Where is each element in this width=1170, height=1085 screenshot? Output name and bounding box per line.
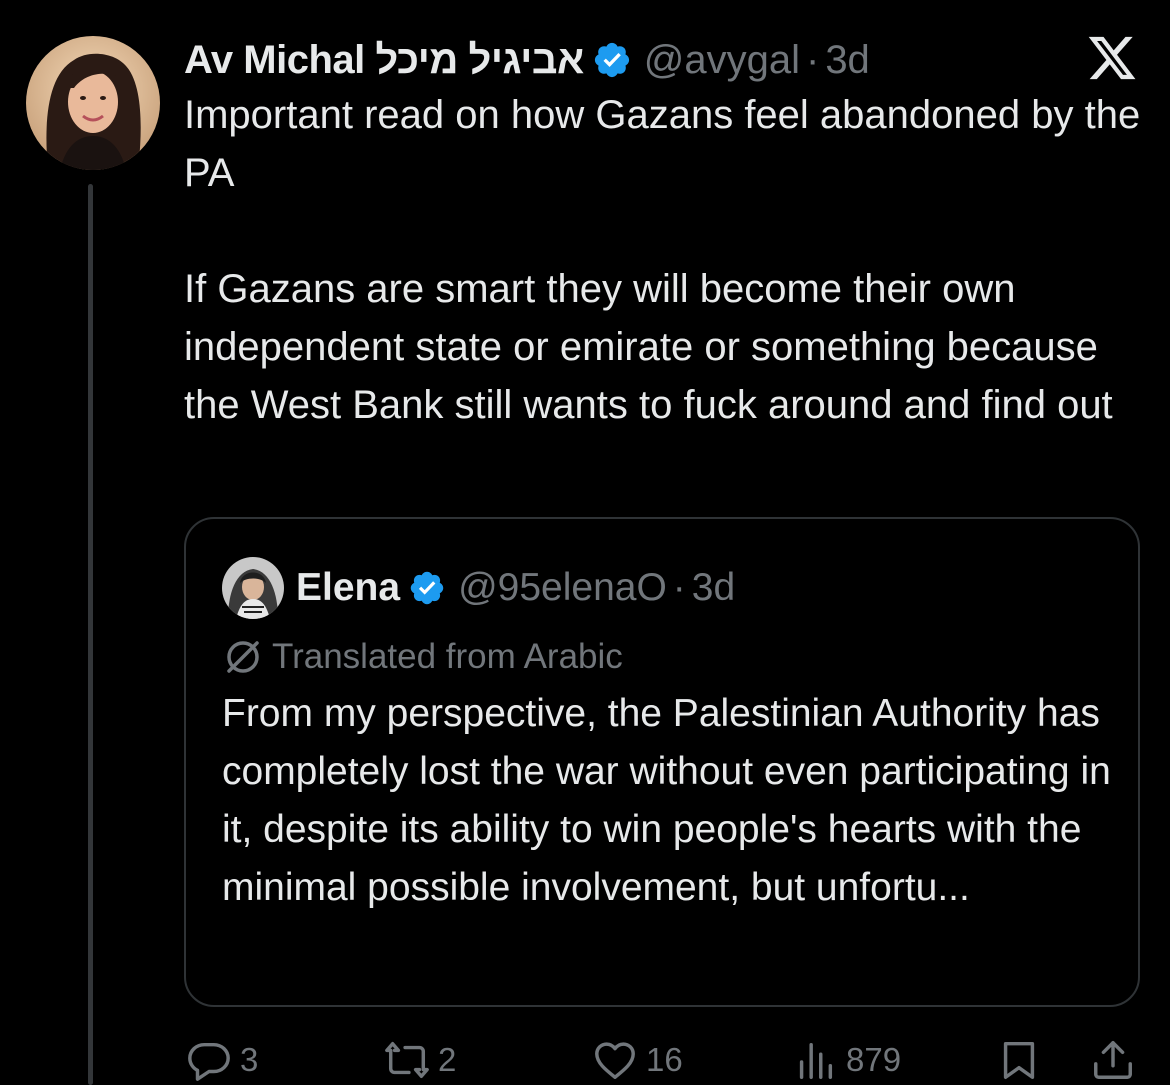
tweet-header: Av Michal אביגיל מיכל @avygal · 3d [184, 32, 870, 88]
author-display-name[interactable]: Av Michal אביגיל מיכל [184, 38, 584, 83]
repost-button[interactable]: 2 [384, 1034, 456, 1085]
quoted-tweet-card[interactable]: Elena @95elenaO · 3d Translated from Ara… [184, 517, 1140, 1007]
like-count: 16 [646, 1040, 683, 1078]
translation-notice: Translated from Arabic [222, 633, 623, 681]
quoted-tweet-timestamp: 3d [691, 566, 736, 609]
heart-icon [595, 1041, 635, 1079]
bookmark-icon [1003, 1041, 1035, 1079]
reply-icon [188, 1042, 230, 1081]
quoted-author-display-name: Elena [296, 566, 401, 609]
translated-label: Translated from Arabic [272, 637, 623, 676]
quoted-author-handle: @95elenaO [458, 566, 667, 609]
author-avatar[interactable] [26, 36, 160, 170]
share-button[interactable] [1090, 1034, 1136, 1085]
views-button[interactable]: 879 [792, 1034, 901, 1085]
view-count: 879 [846, 1040, 902, 1078]
tweet-timestamp[interactable]: 3d [825, 38, 870, 83]
like-button[interactable]: 16 [592, 1034, 683, 1085]
quoted-author-avatar [222, 557, 284, 619]
share-icon [1094, 1040, 1132, 1079]
bookmark-button[interactable] [996, 1034, 1042, 1085]
author-handle[interactable]: @avygal [644, 38, 800, 83]
separator-dot: · [672, 566, 686, 609]
separator-dot: · [805, 37, 820, 82]
tweet-text: Important read on how Gazans feel abando… [184, 93, 1141, 427]
verified-badge-icon [594, 42, 629, 78]
verified-badge-icon [410, 571, 444, 605]
translate-globe-icon [227, 641, 259, 673]
quoted-tweet-header: Elena @95elenaO · 3d [222, 557, 735, 619]
views-chart-icon [799, 1042, 833, 1079]
quoted-tweet-text: From my perspective, the Palestinian Aut… [222, 692, 1111, 909]
tweet-action-bar: 3 2 16 879 [0, 1034, 1170, 1085]
reply-button[interactable]: 3 [186, 1034, 258, 1085]
repost-icon [385, 1041, 429, 1078]
thread-connector-line [88, 184, 93, 1085]
x-logo-icon [1088, 36, 1136, 80]
reply-count: 3 [240, 1040, 259, 1078]
repost-count: 2 [438, 1040, 457, 1078]
